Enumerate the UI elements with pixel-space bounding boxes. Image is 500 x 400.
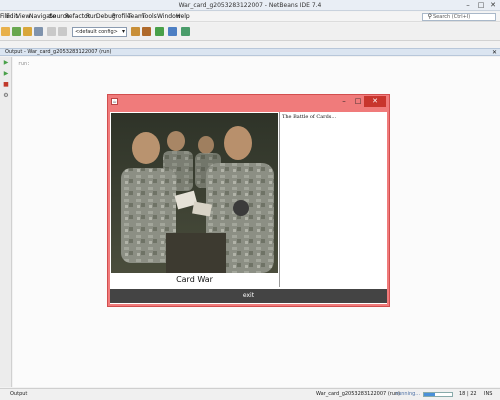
java-icon: ☕ [111,98,118,105]
ide-window-title: War_card_g2053283122007 - NetBeans IDE 7… [178,2,322,9]
redo-icon[interactable] [58,27,67,36]
minimize-icon[interactable]: – [462,1,474,9]
rerun-icon[interactable]: ▶ [2,59,10,67]
search-input[interactable]: Search (Ctrl+I) [422,13,496,21]
build-icon[interactable] [131,27,140,36]
running-text: running... [396,391,421,397]
app-content: Card War The Battle of Cards... exit [110,112,387,304]
maximize-icon[interactable]: □ [475,1,487,9]
status-bar: Output War_card_g2053283122007 (run) run… [0,388,500,400]
output-run-line: run: [18,61,31,67]
close-icon[interactable]: ✕ [492,49,497,56]
running-task: War_card_g2053283122007 (run) [316,391,401,397]
output-side-toolbar: ▶ ▶ ■ ⚙ [0,57,12,387]
soldiers-photo [111,113,278,273]
output-status-label[interactable]: Output [10,391,27,397]
chevron-down-icon: ▾ [121,28,125,35]
battle-text-area[interactable]: The Battle of Cards... [280,113,386,287]
search-icon: ⚲ [427,13,432,20]
config-value: <default config> [75,29,118,35]
stop-icon[interactable]: ■ [2,81,10,89]
progress-bar [423,392,453,397]
menu-tools[interactable]: Tools [142,13,157,20]
run-icon[interactable] [155,27,164,36]
rerun-with-options-icon[interactable]: ▶ [2,70,10,78]
cursor-position: 18 | 22 [459,391,477,397]
clean-build-icon[interactable] [142,27,151,36]
undo-icon[interactable] [47,27,56,36]
new-project-icon[interactable] [12,27,21,36]
config-select[interactable]: <default config> ▾ [72,27,127,37]
menu-help[interactable]: Help [176,13,190,20]
progress-fill [424,393,436,396]
minimize-icon[interactable]: – [337,96,351,107]
debug-icon[interactable] [168,27,177,36]
ide-title-bar: War_card_g2053283122007 - NetBeans IDE 7… [0,0,500,11]
output-tab[interactable]: Output - War_card_g2053283122007 (run) ✕ [0,48,500,56]
save-all-icon[interactable] [34,27,43,36]
open-project-icon[interactable] [23,27,32,36]
card-war-label: Card War [176,275,213,284]
close-icon[interactable]: ✕ [364,96,386,107]
profile-icon[interactable] [181,27,190,36]
maximize-icon[interactable]: □ [351,96,365,107]
settings-icon[interactable]: ⚙ [2,92,10,100]
new-file-icon[interactable] [1,27,10,36]
toolbar: <default config> ▾ [0,23,500,41]
exit-button[interactable]: exit [110,289,387,303]
output-tab-title: Output - War_card_g2053283122007 (run) [5,49,112,55]
insert-mode: INS [484,391,493,397]
app-window: ☕ – □ ✕ Card War The Battle of Cards... … [107,94,390,307]
close-icon[interactable]: ✕ [487,1,499,9]
